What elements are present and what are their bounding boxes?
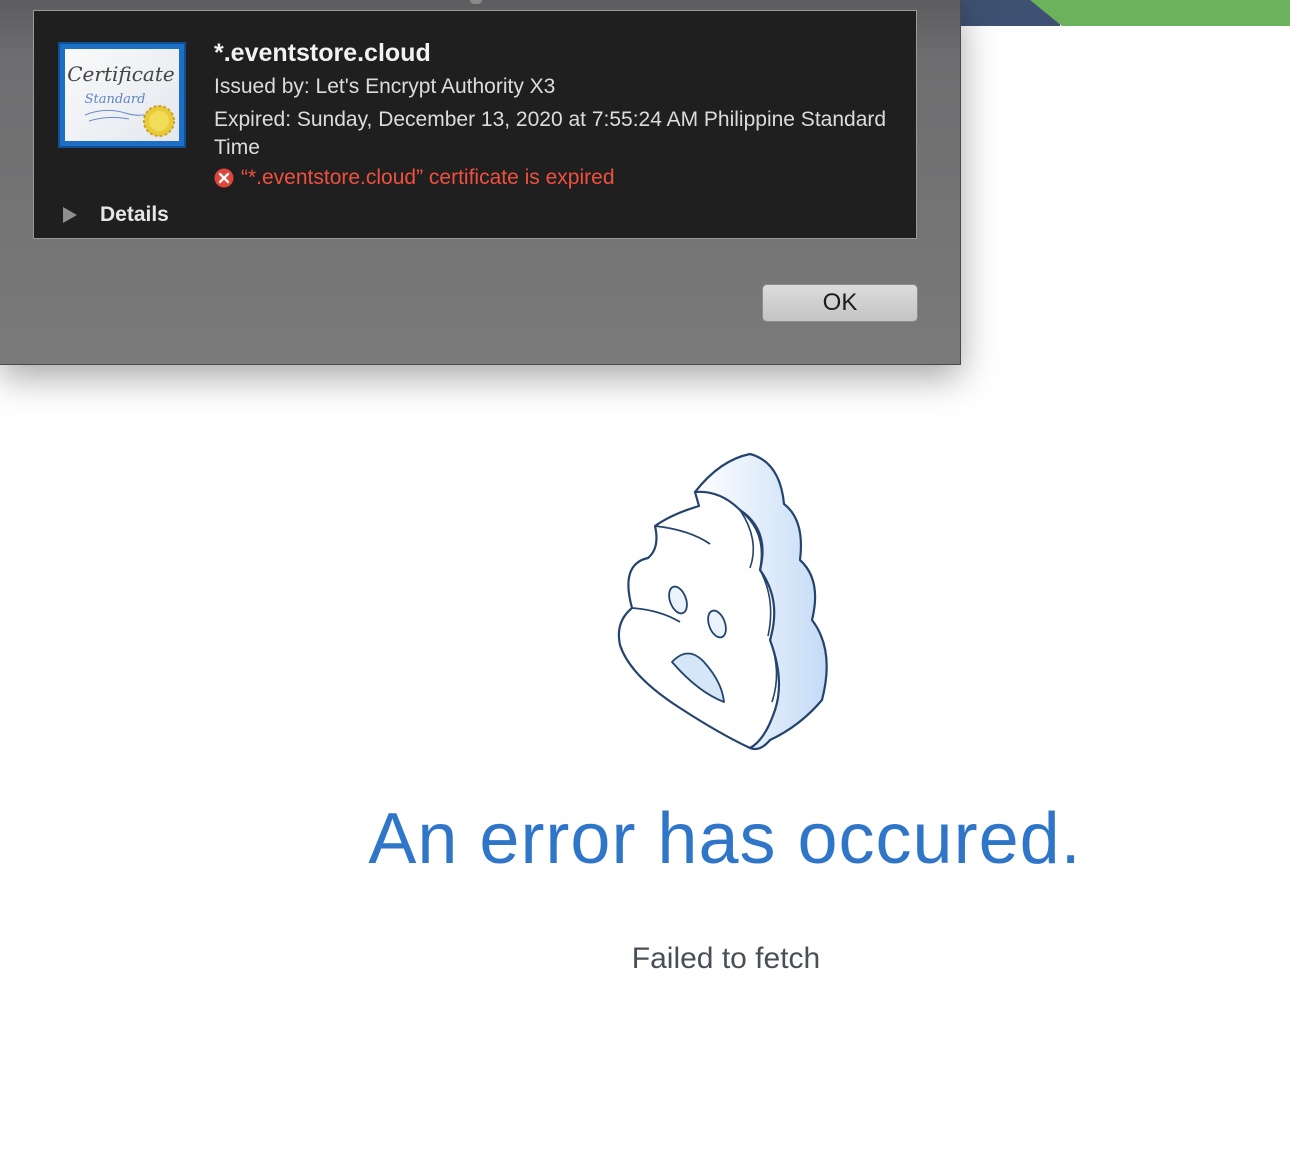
certificate-expiry: Expired: Sunday, December 13, 2020 at 7:…	[214, 108, 887, 159]
certificate-error-text: “*.eventstore.cloud” certificate is expi…	[241, 166, 615, 189]
certificate-name: *.eventstore.cloud	[214, 39, 431, 67]
certificate-error: “*.eventstore.cloud” certificate is expi…	[214, 166, 615, 190]
sheet-handle	[470, 0, 482, 4]
ok-button[interactable]: OK	[762, 284, 918, 322]
svg-text:Certificate: Certificate	[67, 62, 174, 86]
details-label: Details	[100, 203, 169, 226]
certificate-issuer: Issued by: Let's Encrypt Authority X3	[214, 75, 556, 98]
error-page: Certificate Standard *.eventstore.cloud …	[0, 0, 1290, 1166]
header-banner	[930, 0, 1290, 26]
details-disclosure[interactable]: Details	[62, 203, 169, 227]
certificate-dialog: Certificate Standard *.eventstore.cloud …	[0, 0, 961, 365]
error-title: An error has occured.	[368, 799, 1082, 879]
sad-cloud-icon	[617, 452, 828, 751]
certificate-info-panel: Certificate Standard *.eventstore.cloud …	[33, 10, 917, 239]
banner-green-stripe	[1030, 0, 1290, 26]
error-x-icon	[214, 168, 234, 188]
error-message: Failed to fetch	[631, 942, 821, 975]
disclosure-triangle-icon[interactable]	[62, 206, 78, 224]
svg-text:Standard: Standard	[85, 92, 146, 107]
certificate-icon: Certificate Standard	[58, 42, 186, 148]
